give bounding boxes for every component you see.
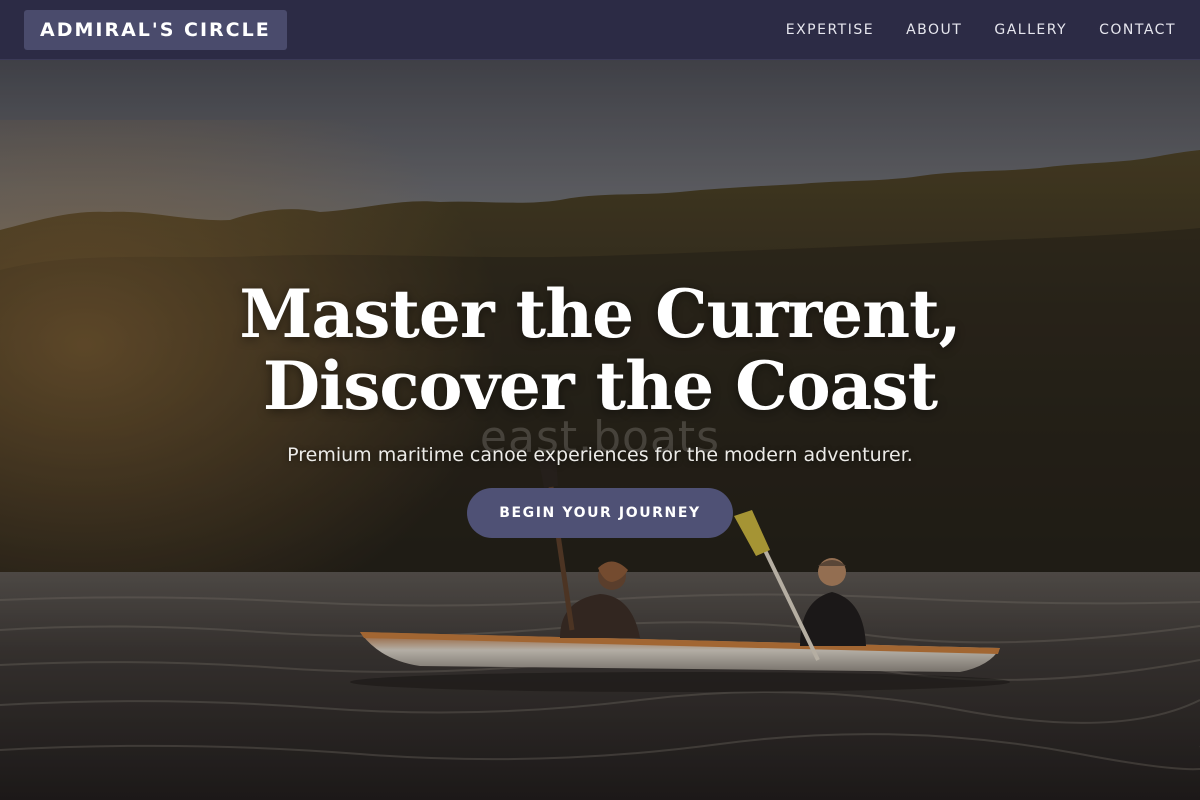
begin-journey-button[interactable]: BEGIN YOUR JOURNEY [467, 488, 733, 538]
hero-title-line-1: Master the Current, [239, 275, 961, 353]
hero-section: east.boats Master the Current, Discover … [0, 60, 1200, 800]
hero-content: Master the Current, Discover the Coast P… [0, 278, 1200, 538]
nav-links: EXPERTISE ABOUT GALLERY CONTACT [786, 0, 1176, 60]
page: ADMIRAL'S CIRCLE EXPERTISE ABOUT GALLERY… [0, 0, 1200, 800]
hero-title: Master the Current, Discover the Coast [0, 278, 1200, 422]
nav-link-contact[interactable]: CONTACT [1099, 22, 1176, 38]
nav-link-gallery[interactable]: GALLERY [994, 22, 1067, 38]
hero-title-line-2: Discover the Coast [262, 347, 938, 425]
nav-link-about[interactable]: ABOUT [906, 22, 962, 38]
brand-logo[interactable]: ADMIRAL'S CIRCLE [24, 10, 287, 50]
hero-subtitle: Premium maritime canoe experiences for t… [287, 444, 913, 466]
nav-link-expertise[interactable]: EXPERTISE [786, 22, 874, 38]
navbar: ADMIRAL'S CIRCLE EXPERTISE ABOUT GALLERY… [0, 0, 1200, 60]
